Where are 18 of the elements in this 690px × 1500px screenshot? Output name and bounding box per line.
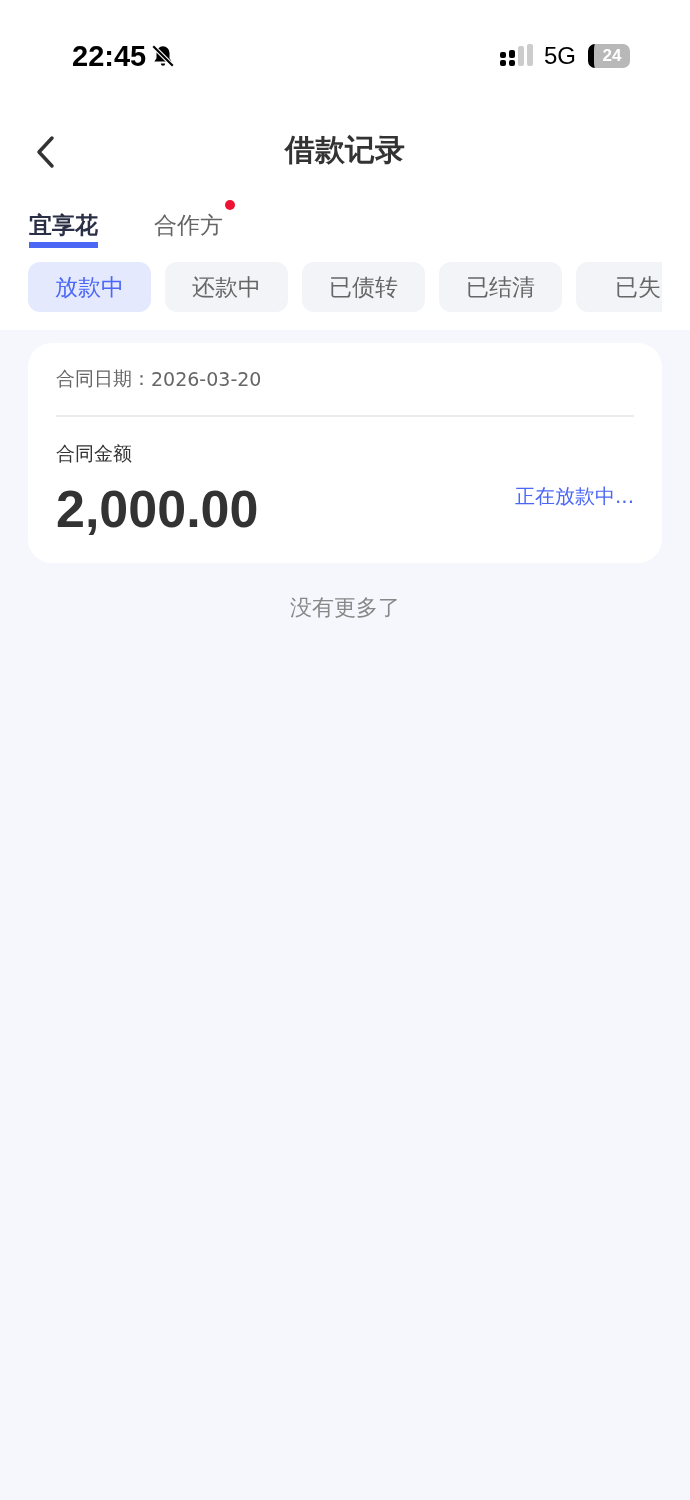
contract-amount: 2,000.00 — [56, 479, 259, 539]
loan-status: 正在放款中... — [514, 483, 634, 510]
tab[interactable]: 合作方 — [154, 196, 235, 248]
signal-icon — [500, 44, 534, 68]
contract-date: 2026-03-20 — [151, 368, 262, 390]
page-title: 借款记录 — [285, 130, 405, 169]
end-of-list-text: 没有更多了 — [290, 595, 400, 620]
filter-chip[interactable]: 已债转 — [302, 262, 425, 312]
battery-indicator: 24 — [588, 44, 630, 68]
filter-chip[interactable]: 还款中 — [165, 262, 288, 312]
network-label: 5G — [544, 42, 576, 70]
filter-chip[interactable]: 已结清 — [439, 262, 562, 312]
tab[interactable]: 宜享花 — [29, 196, 98, 248]
amount-label: 合同金额 — [56, 441, 133, 466]
status-time: 22:45 — [72, 39, 147, 73]
filter-chip[interactable]: 放款中 — [28, 262, 151, 312]
filter-chip[interactable]: 已失 — [576, 262, 662, 312]
date-label: 合同日期： — [56, 366, 151, 391]
